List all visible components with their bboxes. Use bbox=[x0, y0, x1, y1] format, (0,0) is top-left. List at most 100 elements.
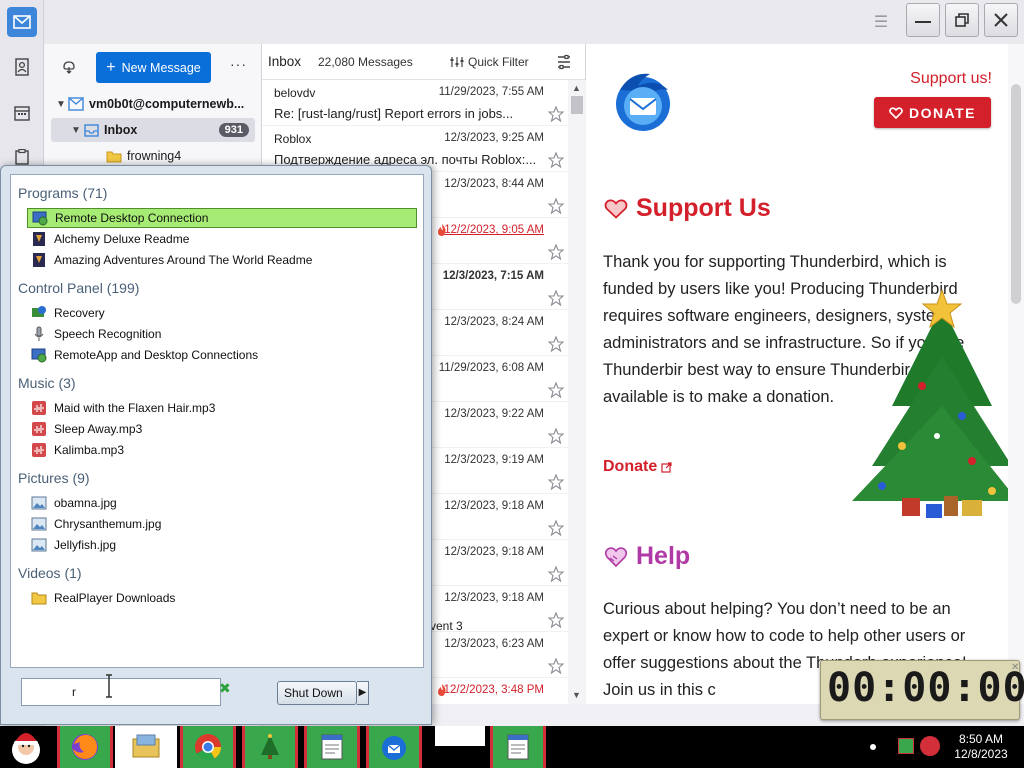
message-date: 12/3/2023, 8:44 AM bbox=[444, 178, 544, 190]
calendar-icon bbox=[14, 106, 30, 121]
star-icon[interactable] bbox=[548, 566, 564, 582]
search-result-item[interactable]: obamna.jpg bbox=[27, 493, 417, 513]
search-result-item[interactable]: Sleep Away.mp3 bbox=[27, 419, 417, 439]
search-result-item[interactable]: Speech Recognition bbox=[27, 324, 417, 344]
get-messages-icon[interactable] bbox=[60, 58, 78, 76]
message-subject: Re: [rust-lang/rust] Report errors in jo… bbox=[274, 106, 514, 121]
message-list-scrollbar[interactable]: ▲ ▼ bbox=[568, 80, 586, 704]
message-subject-continued: vent 3 bbox=[430, 619, 463, 633]
folder-title: Inbox bbox=[268, 54, 302, 69]
shutdown-button[interactable]: Shut Down bbox=[277, 681, 357, 705]
star-icon[interactable] bbox=[548, 428, 564, 444]
search-result-item[interactable]: Chrysanthemum.jpg bbox=[27, 514, 417, 534]
readme-icon bbox=[31, 252, 47, 268]
search-result-item[interactable]: Kalimba.mp3 bbox=[27, 440, 417, 460]
app-menu-icon[interactable]: ☰ bbox=[870, 12, 892, 32]
clipboard-icon bbox=[15, 149, 29, 165]
text-cursor-icon bbox=[106, 674, 112, 698]
taskbar-explorer[interactable] bbox=[115, 726, 177, 768]
search-result-label: Remote Desktop Connection bbox=[55, 211, 209, 225]
tray-network-icon[interactable] bbox=[898, 738, 914, 754]
search-result-item[interactable]: RemoteApp and Desktop Connections bbox=[27, 345, 417, 365]
search-result-item[interactable]: Jellyfish.jpg bbox=[27, 535, 417, 555]
close-button[interactable] bbox=[984, 3, 1018, 37]
search-result-item[interactable]: Amazing Adventures Around The World Read… bbox=[27, 250, 417, 270]
tray-indicator[interactable] bbox=[870, 744, 876, 750]
account-row[interactable]: ▼ vm0b0t@computernewb... bbox=[44, 92, 262, 116]
star-icon[interactable] bbox=[548, 290, 564, 306]
star-icon[interactable] bbox=[548, 474, 564, 490]
shutdown-options-arrow-icon[interactable]: ▶ bbox=[357, 681, 369, 705]
star-icon[interactable] bbox=[548, 336, 564, 352]
result-category-heading[interactable]: Control Panel (199) bbox=[18, 280, 139, 296]
inbox-folder[interactable]: ▼ Inbox 931 bbox=[51, 118, 255, 142]
taskbar-firefox[interactable] bbox=[57, 726, 113, 768]
timer-close-icon[interactable]: ✕ bbox=[1011, 662, 1019, 673]
taskbar-chrome[interactable] bbox=[180, 726, 236, 768]
message-date: 12/3/2023, 8:24 AM bbox=[444, 316, 544, 328]
taskbar-thunderbird[interactable] bbox=[366, 726, 422, 768]
search-result-label: Recovery bbox=[54, 306, 105, 320]
restore-button[interactable] bbox=[945, 3, 979, 37]
donate-link-text: Donate bbox=[603, 458, 658, 475]
start-search-input[interactable]: r bbox=[21, 678, 221, 706]
calendar-button[interactable] bbox=[7, 98, 37, 128]
star-icon[interactable] bbox=[548, 152, 564, 168]
star-icon[interactable] bbox=[548, 382, 564, 398]
result-category-heading[interactable]: Programs (71) bbox=[18, 185, 107, 201]
star-icon[interactable] bbox=[548, 198, 564, 214]
result-category-heading[interactable]: Music (3) bbox=[18, 375, 76, 391]
start-button[interactable] bbox=[4, 727, 48, 767]
star-icon[interactable] bbox=[548, 612, 564, 628]
notepad-icon bbox=[507, 734, 529, 760]
start-menu: Programs (71) Remote Desktop Connection Al… bbox=[0, 165, 432, 725]
clear-search-icon[interactable]: ✖ bbox=[219, 680, 231, 696]
taskbar-notepad-2[interactable] bbox=[490, 726, 546, 768]
unread-badge: 931 bbox=[218, 123, 249, 137]
scrollbar-thumb[interactable] bbox=[571, 96, 583, 114]
tray-volume-icon[interactable] bbox=[920, 736, 940, 756]
search-results: Programs (71) Remote Desktop Connection Al… bbox=[10, 174, 424, 668]
star-icon[interactable] bbox=[548, 244, 564, 260]
scroll-up-arrow[interactable]: ▲ bbox=[572, 83, 581, 93]
scroll-down-arrow[interactable]: ▼ bbox=[572, 690, 581, 700]
search-result-label: obamna.jpg bbox=[54, 496, 117, 510]
star-icon[interactable] bbox=[548, 658, 564, 674]
clock-date[interactable]: 12/8/2023 bbox=[946, 747, 1016, 761]
reader-scrollbar[interactable] bbox=[1008, 44, 1024, 704]
new-message-button[interactable]: + New Message bbox=[96, 52, 211, 83]
minimize-button[interactable] bbox=[906, 3, 940, 37]
message-sender: belovdv bbox=[274, 86, 316, 100]
clock-time[interactable]: 8:50 AM bbox=[946, 732, 1016, 746]
taskbar-blank-window[interactable] bbox=[435, 726, 485, 746]
search-result-label: Alchemy Deluxe Readme bbox=[54, 232, 190, 246]
list-display-options-icon[interactable] bbox=[556, 54, 572, 70]
timer-widget[interactable]: 00:00:00 ✕ bbox=[820, 660, 1024, 720]
quick-filter-button[interactable]: Quick Filter bbox=[450, 55, 529, 69]
support-us-link[interactable]: Support us! bbox=[910, 70, 992, 88]
search-result-item[interactable]: Alchemy Deluxe Readme bbox=[27, 229, 417, 249]
search-result-item[interactable]: Recovery bbox=[27, 303, 417, 323]
search-result-label: Maid with the Flaxen Hair.mp3 bbox=[54, 401, 216, 415]
result-category-heading[interactable]: Videos (1) bbox=[18, 565, 82, 581]
folder-icon bbox=[31, 590, 47, 606]
star-icon[interactable] bbox=[548, 520, 564, 536]
search-result-item[interactable]: Remote Desktop Connection bbox=[27, 208, 417, 228]
minimize-icon bbox=[915, 21, 931, 23]
reader-scrollbar-thumb[interactable] bbox=[1011, 84, 1021, 304]
taskbar-notepad-1[interactable] bbox=[304, 726, 360, 768]
star-icon[interactable] bbox=[548, 106, 564, 122]
message-row[interactable]: belovdv 11/29/2023, 7:55 AM Re: [rust-lang… bbox=[262, 80, 572, 126]
donate-button-label: DONATE bbox=[908, 104, 977, 121]
donate-link[interactable]: Donate bbox=[603, 458, 672, 476]
taskbar-tree-app[interactable] bbox=[242, 726, 298, 768]
address-book-button[interactable] bbox=[7, 52, 37, 82]
junk-flame-icon bbox=[438, 224, 446, 236]
search-result-label: Jellyfish.jpg bbox=[54, 538, 117, 552]
search-result-item[interactable]: RealPlayer Downloads bbox=[27, 588, 417, 608]
search-result-item[interactable]: Maid with the Flaxen Hair.mp3 bbox=[27, 398, 417, 418]
result-category-heading[interactable]: Pictures (9) bbox=[18, 470, 90, 486]
mail-space-button[interactable] bbox=[7, 7, 37, 37]
donate-button[interactable]: DONATE bbox=[874, 97, 991, 128]
more-options-button[interactable]: ··· bbox=[230, 56, 247, 72]
